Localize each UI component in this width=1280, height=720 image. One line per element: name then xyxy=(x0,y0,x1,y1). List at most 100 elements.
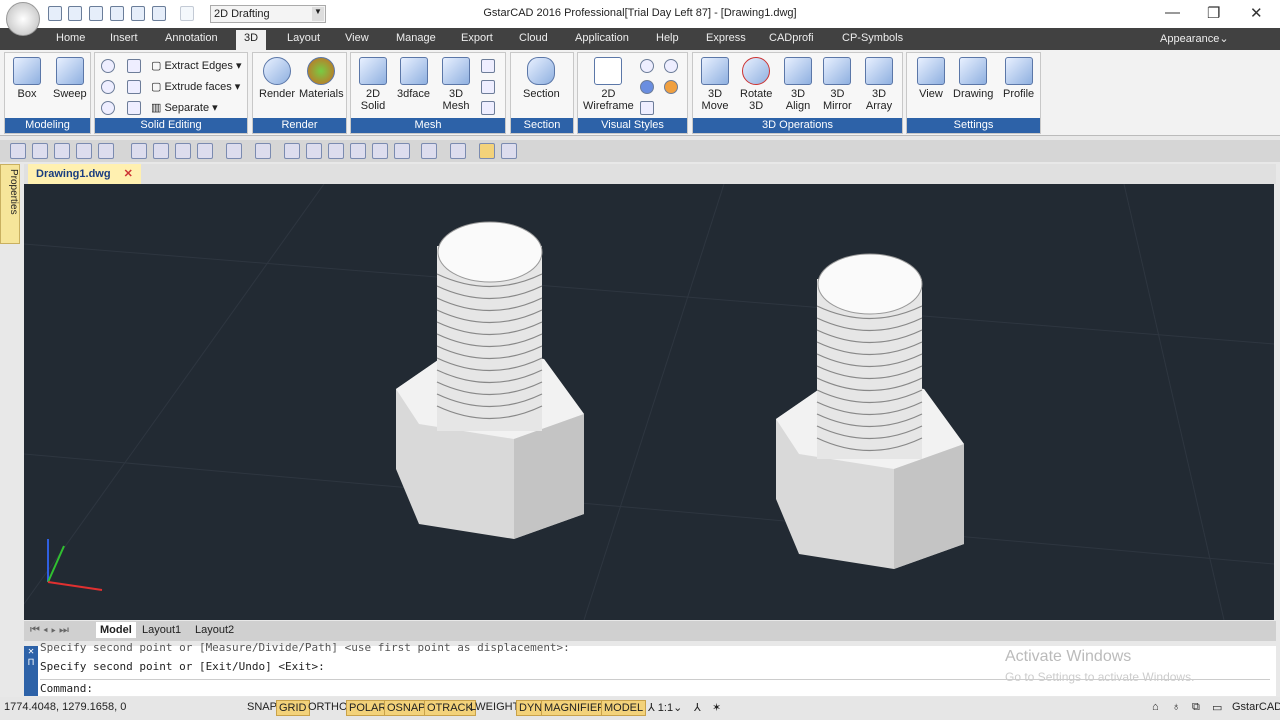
visual-style-manager-icon[interactable] xyxy=(640,101,654,115)
insert-icon[interactable] xyxy=(255,143,271,159)
subtract-icon[interactable] xyxy=(101,80,115,94)
tab-cp-symbols[interactable]: CP-Symbols xyxy=(842,32,903,44)
tab-layout[interactable]: Layout xyxy=(287,32,320,44)
bolt-right[interactable] xyxy=(776,253,964,569)
render-button[interactable]: Render xyxy=(259,57,295,100)
view-button[interactable]: View xyxy=(917,57,945,100)
close-tab-icon[interactable]: ✕ xyxy=(124,168,133,180)
extension-icon[interactable] xyxy=(226,143,242,159)
osnap-toggle[interactable]: OSNAP xyxy=(384,700,429,716)
3d-array-button[interactable]: 3D Array xyxy=(865,57,893,112)
bulb-icon[interactable]: ♁ xyxy=(1170,700,1182,714)
restore-button[interactable]: ❐ xyxy=(1207,4,1220,22)
intersect-icon[interactable] xyxy=(101,101,115,115)
tab-cadprofi[interactable]: CADprofi xyxy=(769,32,814,44)
tab-home[interactable]: Home xyxy=(56,32,85,44)
snap-toggle[interactable]: SNAP xyxy=(245,700,279,714)
intersection-icon[interactable] xyxy=(175,143,191,159)
tab-application[interactable]: Application xyxy=(575,32,629,44)
apparent-intersection-icon[interactable] xyxy=(197,143,213,159)
magnet-icon[interactable] xyxy=(479,143,495,159)
appearance-menu[interactable]: Appearance⌄ xyxy=(1160,32,1229,45)
properties-palette-tab[interactable]: Properties xyxy=(0,164,20,244)
conceptual-icon[interactable] xyxy=(664,80,678,94)
tab-3d[interactable]: 3D xyxy=(236,30,267,50)
3dface-button[interactable]: 3dface xyxy=(397,57,430,100)
materials-button[interactable]: Materials xyxy=(299,57,344,100)
model-toggle[interactable]: MODEL xyxy=(601,700,647,716)
polar-toggle[interactable]: POLAR xyxy=(346,700,390,716)
settings-icon[interactable] xyxy=(501,143,517,159)
tab-annotation[interactable]: Annotation xyxy=(165,32,218,44)
document-tab[interactable]: Drawing1.dwg ✕ xyxy=(28,164,141,184)
3d-wireframe-icon[interactable] xyxy=(640,59,654,73)
midpoint-icon[interactable] xyxy=(153,143,169,159)
tab-help[interactable]: Help xyxy=(656,32,679,44)
annotation-visibility-icon[interactable]: ⅄ xyxy=(692,700,703,715)
quadrant-icon[interactable] xyxy=(76,143,92,159)
osnap-settings-icon[interactable] xyxy=(10,143,26,159)
magnifier-toggle[interactable]: MAGNIFIER xyxy=(541,700,609,716)
ortho-toggle[interactable]: ORTHO xyxy=(306,700,350,714)
pin-icon[interactable]: ⊓ xyxy=(28,657,34,668)
extract-edges-button[interactable]: ▢ Extract Edges ▾ xyxy=(151,59,242,72)
close-icon[interactable]: ✕ xyxy=(28,646,34,657)
box-button[interactable]: Box xyxy=(13,57,41,100)
interfere-icon[interactable] xyxy=(127,80,141,94)
osnap-tools-icon[interactable] xyxy=(450,143,466,159)
profile-button[interactable]: Profile xyxy=(1003,57,1034,100)
app-menu-button[interactable] xyxy=(6,2,40,36)
union-icon[interactable] xyxy=(101,59,115,73)
snap-off-icon[interactable] xyxy=(421,143,437,159)
revsurf-icon[interactable] xyxy=(481,59,495,73)
annotation-scale[interactable]: ⅄ 1:1⌄ xyxy=(646,700,684,715)
section-button[interactable]: Section xyxy=(523,57,560,100)
lock-icon[interactable]: ⌂ xyxy=(1150,700,1161,714)
slice-icon[interactable] xyxy=(127,59,141,73)
tab-model[interactable]: Model xyxy=(96,622,136,638)
tab-nav-arrows[interactable]: ⏮ ◂ ▸ ⏭ xyxy=(30,624,69,637)
auto-scale-icon[interactable]: ✶ xyxy=(710,700,723,715)
tab-insert[interactable]: Insert xyxy=(110,32,138,44)
2d-wireframe-button[interactable]: 2D Wireframe xyxy=(583,57,634,112)
3d-mirror-button[interactable]: 3D Mirror xyxy=(823,57,852,112)
grid-toggle[interactable]: GRID xyxy=(276,700,310,716)
edgesurf-icon[interactable] xyxy=(481,101,495,115)
extrude-faces-button[interactable]: ▢ Extrude faces ▾ xyxy=(151,80,240,93)
tab-express[interactable]: Express xyxy=(706,32,746,44)
2d-solid-button[interactable]: 2D Solid xyxy=(359,57,387,112)
tangent-icon[interactable] xyxy=(98,143,114,159)
tab-manage[interactable]: Manage xyxy=(396,32,436,44)
parallel-icon[interactable] xyxy=(306,143,322,159)
tab-export[interactable]: Export xyxy=(461,32,493,44)
drawing-button[interactable]: Drawing xyxy=(953,57,993,100)
node-icon[interactable] xyxy=(328,143,344,159)
lweight-toggle[interactable]: LWEIGHT xyxy=(468,700,521,714)
minimize-button[interactable]: — xyxy=(1165,4,1180,21)
command-window-handle[interactable]: ✕ ⊓ xyxy=(24,646,38,696)
tabsurf-icon[interactable] xyxy=(481,80,495,94)
sweep-button[interactable]: Sweep xyxy=(53,57,87,100)
clean-screen-icon[interactable]: ▭ xyxy=(1210,700,1224,715)
tracking-icon[interactable] xyxy=(32,143,48,159)
none-icon[interactable] xyxy=(372,143,388,159)
thicken-icon[interactable] xyxy=(127,101,141,115)
3d-mesh-button[interactable]: 3D Mesh xyxy=(442,57,470,112)
nearest-icon[interactable] xyxy=(350,143,366,159)
3d-align-button[interactable]: 3D Align xyxy=(784,57,812,112)
center-icon[interactable] xyxy=(54,143,70,159)
perpendicular-icon[interactable] xyxy=(284,143,300,159)
workspace-icon[interactable]: ⧉ xyxy=(1190,700,1202,715)
rotate-3d-button[interactable]: Rotate 3D xyxy=(740,57,772,112)
tab-layout1[interactable]: Layout1 xyxy=(142,624,181,636)
from-icon[interactable] xyxy=(394,143,410,159)
bolt-left[interactable] xyxy=(396,221,584,539)
close-button[interactable]: ✕ xyxy=(1250,4,1263,22)
3d-move-button[interactable]: 3D Move xyxy=(701,57,729,112)
realistic-icon[interactable] xyxy=(640,80,654,94)
tab-layout2[interactable]: Layout2 xyxy=(195,624,234,636)
tab-cloud[interactable]: Cloud xyxy=(519,32,548,44)
separate-button[interactable]: ▥ Separate ▾ xyxy=(151,101,218,114)
hidden-icon[interactable] xyxy=(664,59,678,73)
drawing-viewport[interactable] xyxy=(23,183,1275,621)
